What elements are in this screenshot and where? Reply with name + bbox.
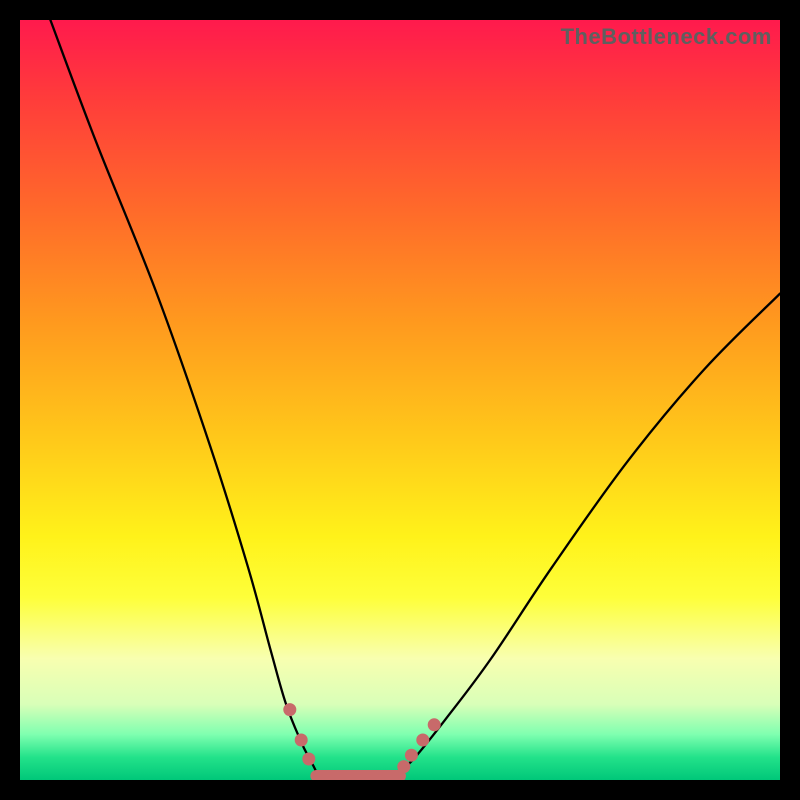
marker-dot — [405, 749, 418, 762]
marker-dot — [428, 718, 441, 731]
curve-left-branch — [50, 20, 317, 780]
curve-right-branch — [399, 294, 780, 780]
marker-dot — [397, 760, 410, 773]
marker-dot — [302, 753, 315, 766]
curve-svg — [20, 20, 780, 780]
chart-frame: TheBottleneck.com — [20, 20, 780, 780]
marker-dots-group — [283, 703, 440, 773]
marker-dot — [283, 703, 296, 716]
marker-dot — [416, 734, 429, 747]
marker-dot — [295, 734, 308, 747]
